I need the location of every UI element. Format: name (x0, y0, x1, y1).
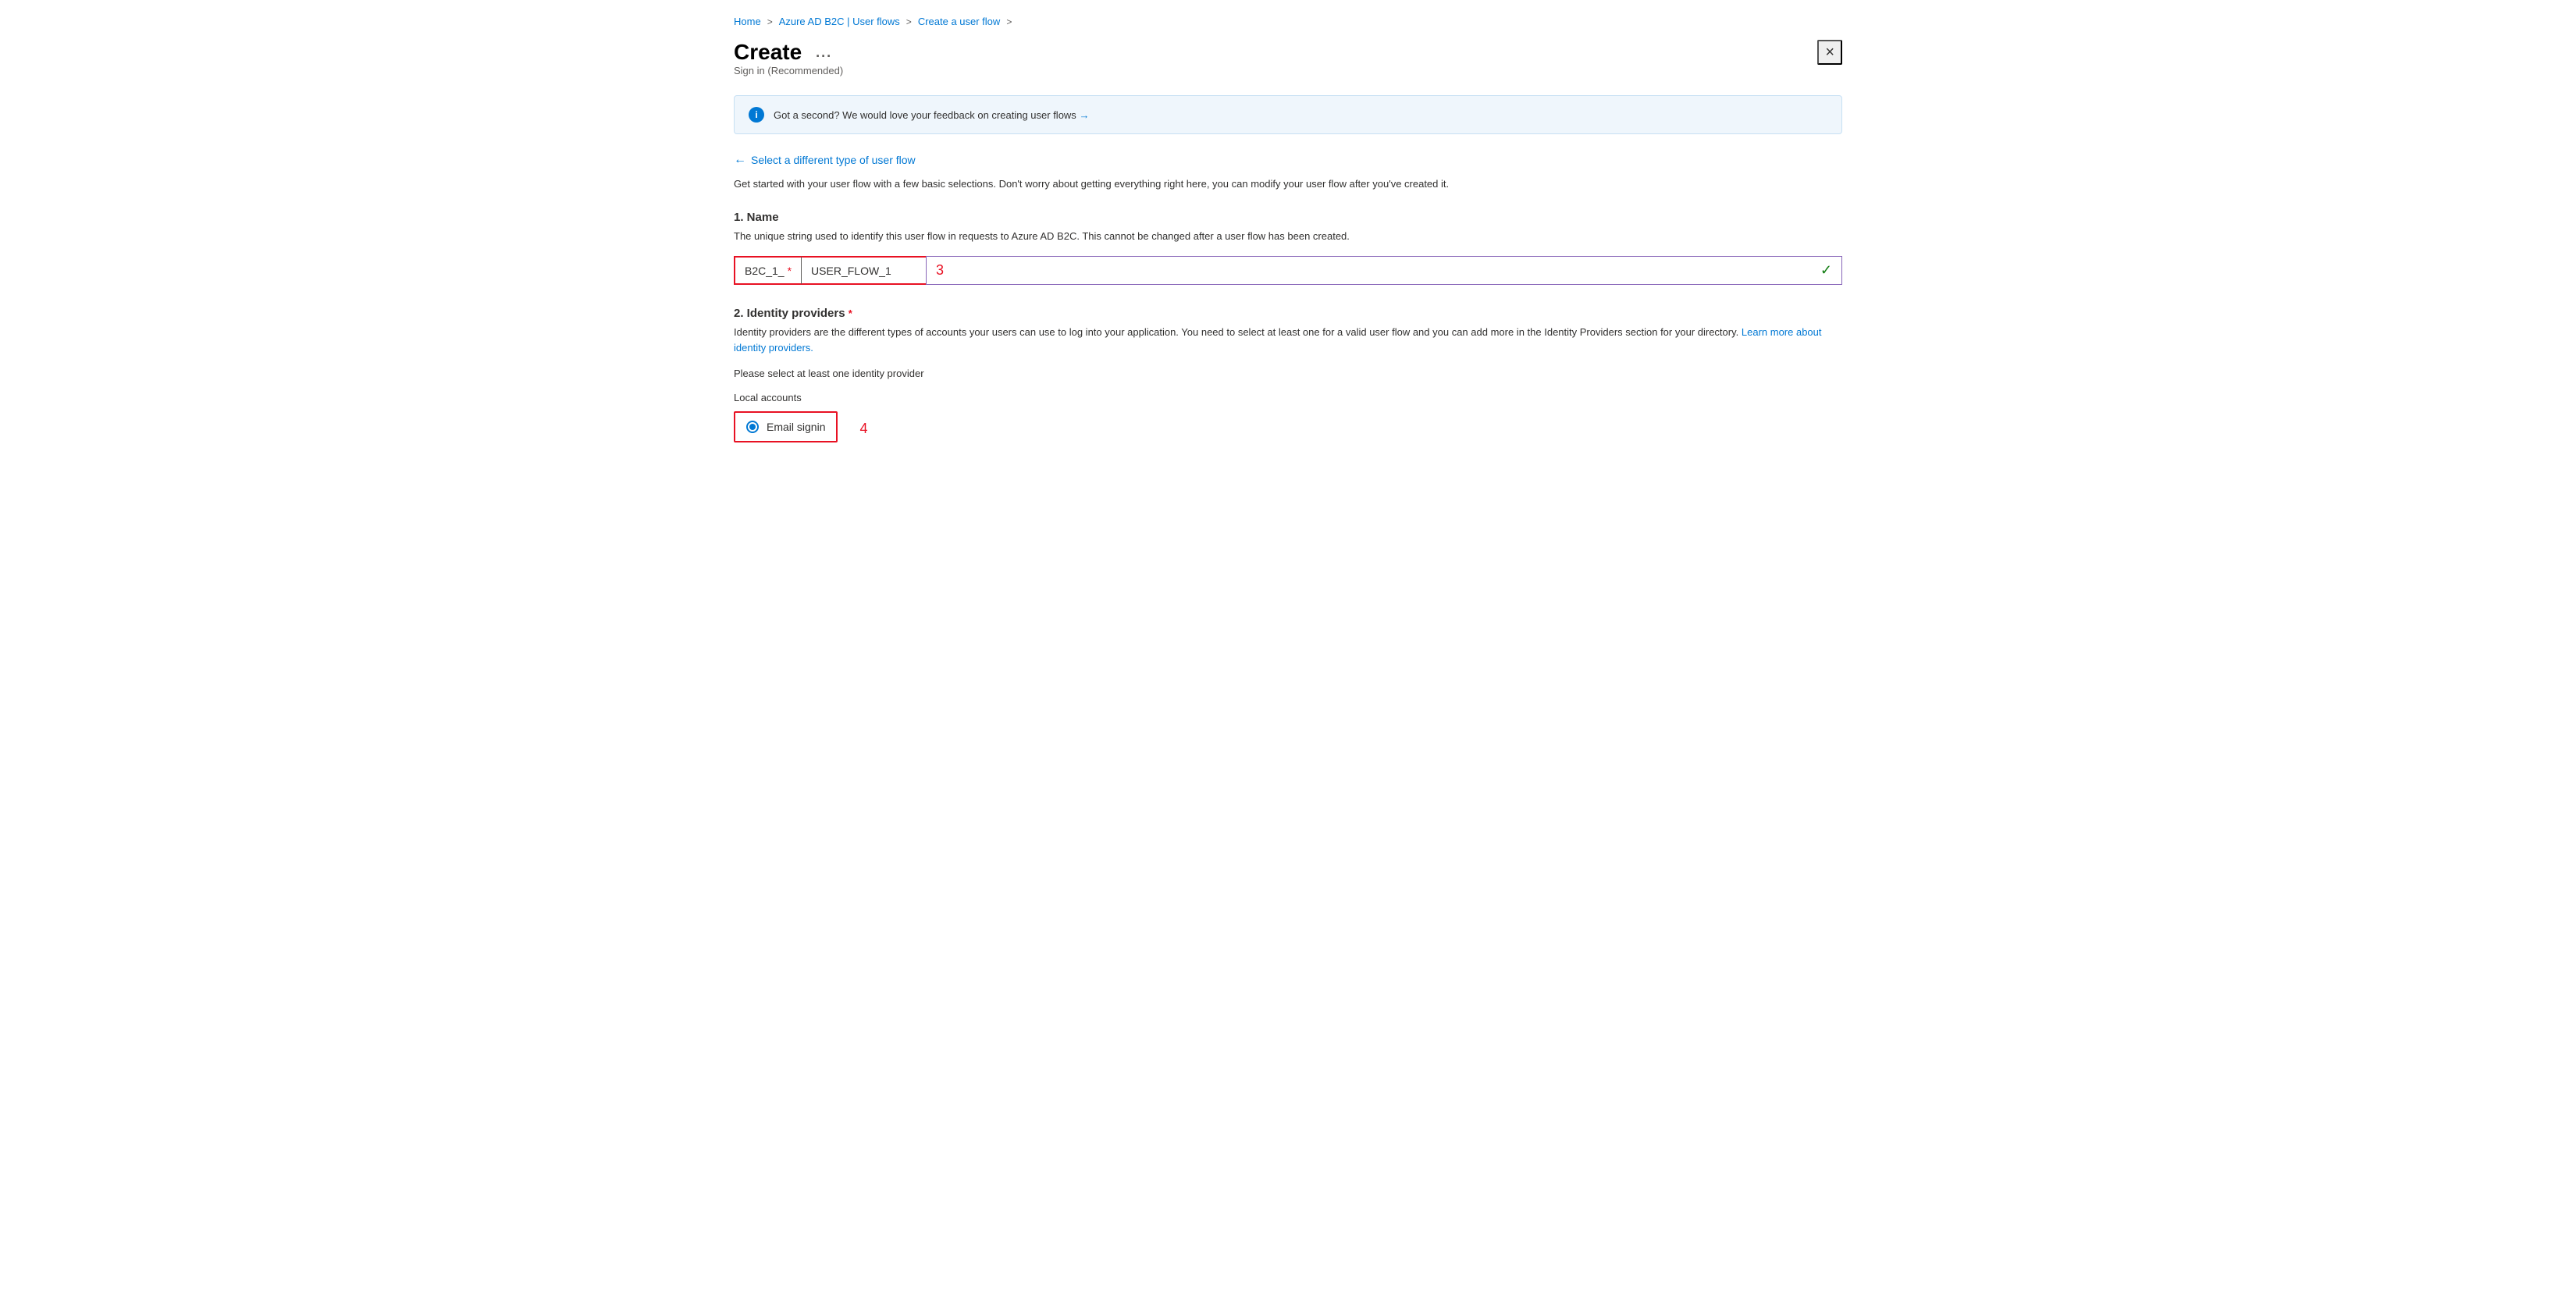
b2c-prefix: B2C_1_ * (734, 256, 801, 285)
intro-text: Get started with your user flow with a f… (734, 176, 1842, 192)
section-identity: 2. Identity providers * Identity provide… (734, 307, 1842, 446)
close-button[interactable]: × (1817, 40, 1842, 65)
page-title-row: Create ... (734, 40, 843, 65)
prefix-text: B2C_1_ (745, 265, 785, 277)
checkmark-icon: ✓ (1820, 262, 1832, 279)
breadcrumb-userflows[interactable]: Azure AD B2C | User flows (779, 16, 900, 27)
prefix-required-star: * (788, 265, 792, 277)
user-flow-name-input[interactable] (801, 256, 926, 285)
info-banner-text: Got a second? We would love your feedbac… (774, 109, 1089, 121)
breadcrumb-sep1: > (767, 16, 773, 27)
ellipsis-button[interactable]: ... (811, 43, 837, 62)
info-icon: i (749, 107, 764, 123)
back-link[interactable]: ← Select a different type of user flow (734, 153, 1842, 167)
info-banner: i Got a second? We would love your feedb… (734, 95, 1842, 134)
radio-selected-dot (749, 424, 756, 430)
email-signin-option[interactable]: Email signin (734, 411, 838, 442)
email-signin-label: Email signin (767, 421, 825, 433)
section2-desc: Identity providers are the different typ… (734, 325, 1842, 355)
email-signin-radio[interactable] (746, 421, 759, 433)
page-title: Create (734, 40, 802, 65)
page-container: Home > Azure AD B2C | User flows > Creat… (703, 0, 1873, 461)
back-arrow-icon: ← (734, 153, 746, 167)
section2-title: 2. Identity providers * (734, 307, 1842, 320)
select-prompt: Please select at least one identity prov… (734, 368, 1842, 379)
info-banner-arrow[interactable]: → (1079, 109, 1089, 121)
back-link-label: Select a different type of user flow (751, 154, 916, 166)
section1-desc: The unique string used to identify this … (734, 229, 1842, 244)
section-name: 1. Name The unique string used to identi… (734, 211, 1842, 286)
title-group: Create ... Sign in (Recommended) (734, 40, 843, 92)
local-accounts-label: Local accounts (734, 392, 1842, 403)
breadcrumb: Home > Azure AD B2C | User flows > Creat… (734, 16, 1842, 27)
email-signin-row: Email signin 4 (734, 411, 1842, 446)
breadcrumb-home[interactable]: Home (734, 16, 761, 27)
name-extra-field: 3 ✓ (926, 256, 1842, 285)
header-row: Create ... Sign in (Recommended) × (734, 40, 1842, 92)
section2-required: * (849, 307, 852, 319)
breadcrumb-sep3: > (1006, 16, 1012, 27)
breadcrumb-sep2: > (906, 16, 912, 27)
breadcrumb-current: Create a user flow (918, 16, 1001, 27)
annotation-4: 4 (859, 421, 867, 437)
section1-title: 1. Name (734, 211, 1842, 224)
page-subtitle: Sign in (Recommended) (734, 65, 843, 76)
annotation-3: 3 (936, 262, 944, 279)
name-field-container: B2C_1_ * 3 ✓ (734, 256, 1842, 285)
